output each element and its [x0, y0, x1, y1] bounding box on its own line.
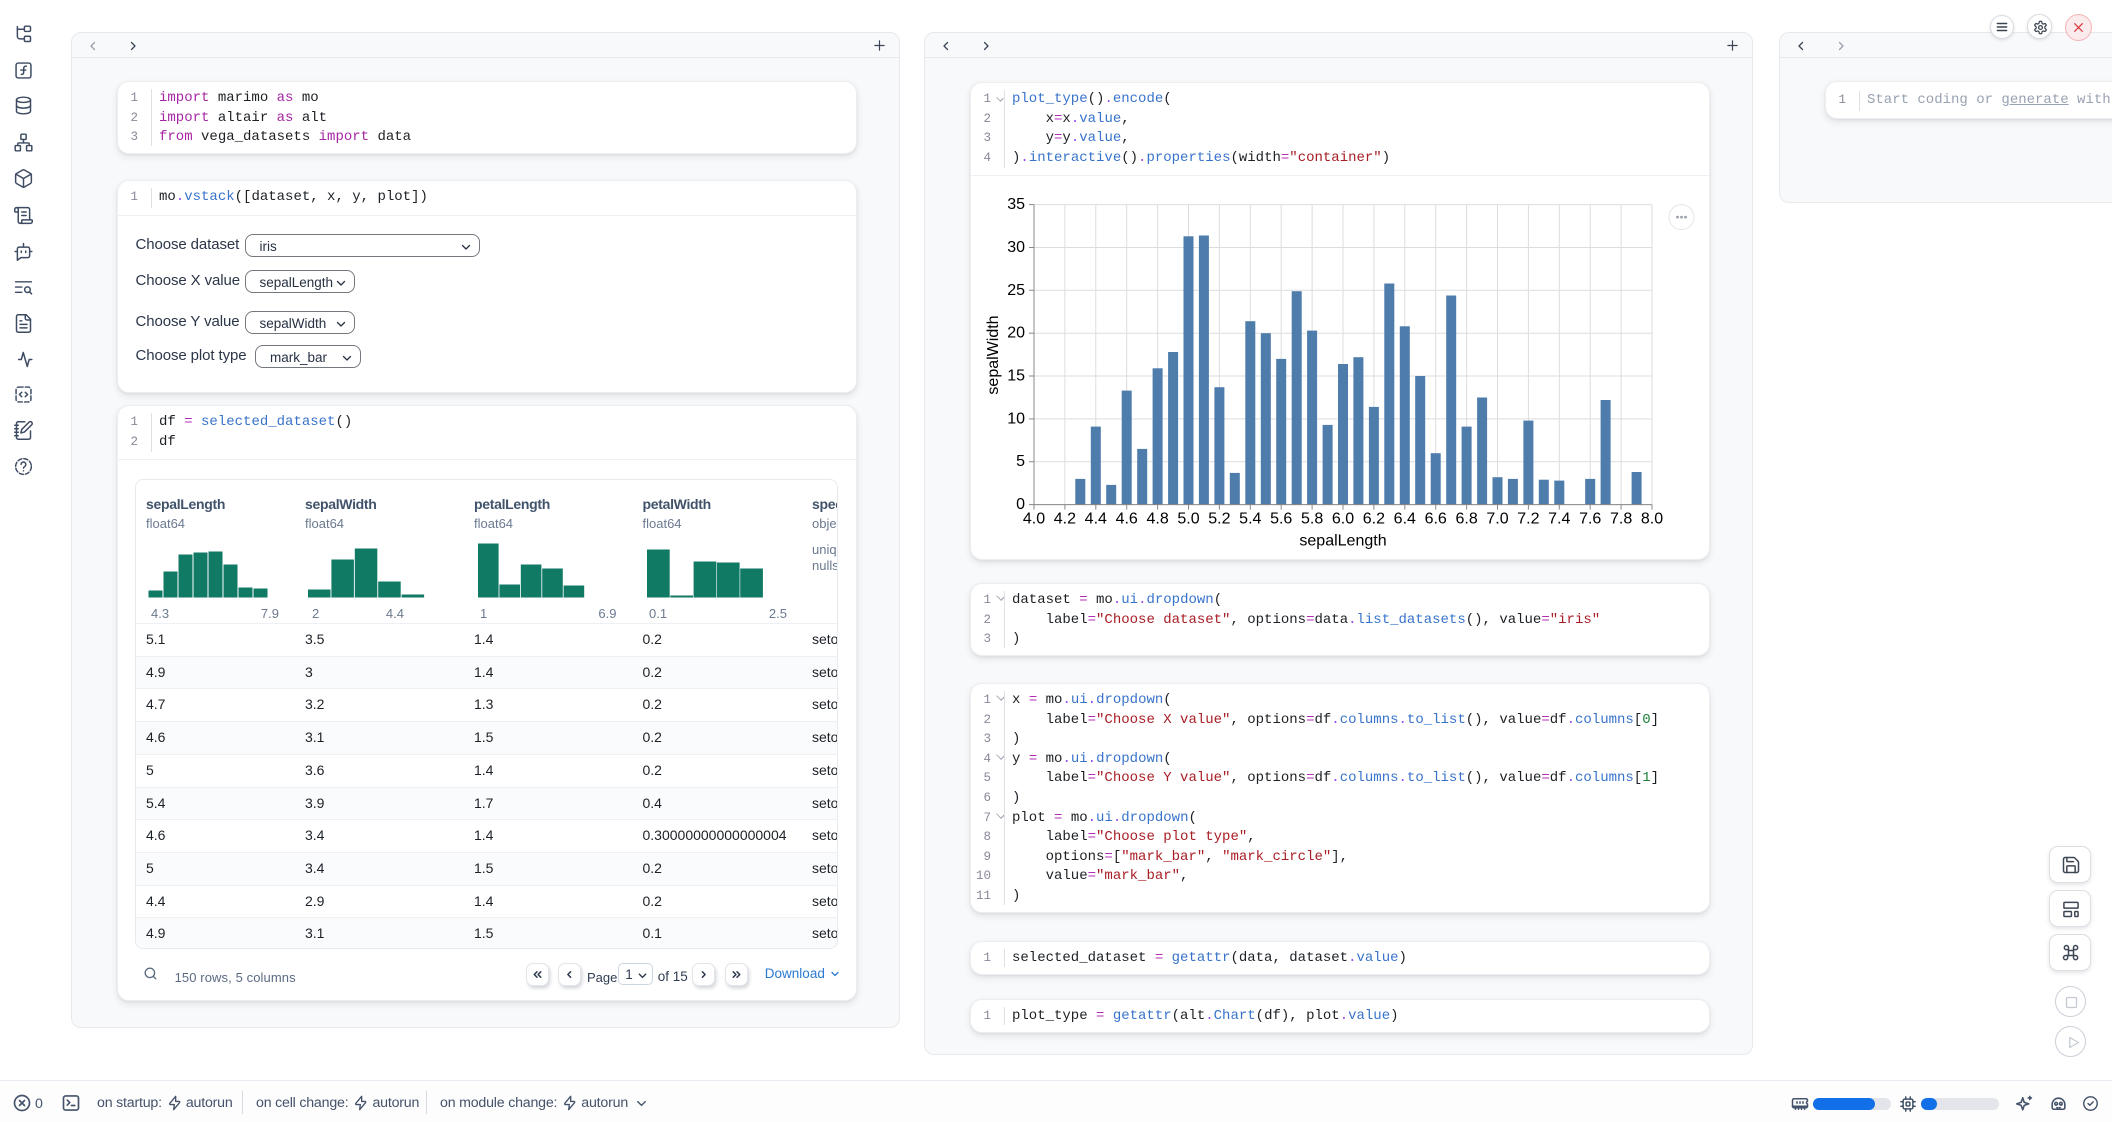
- svg-text:4.2: 4.2: [1054, 511, 1076, 528]
- svg-text:15: 15: [1007, 368, 1025, 385]
- svg-text:sepalLength: sepalLength: [1299, 533, 1386, 550]
- svg-text:5.0: 5.0: [1177, 511, 1199, 528]
- svg-text:4.8: 4.8: [1146, 511, 1168, 528]
- svg-text:7.6: 7.6: [1579, 511, 1601, 528]
- svg-text:5.2: 5.2: [1208, 511, 1230, 528]
- svg-text:5.8: 5.8: [1301, 511, 1323, 528]
- svg-text:10: 10: [1007, 411, 1025, 428]
- svg-text:sepalWidth: sepalWidth: [985, 316, 1002, 395]
- svg-text:8.0: 8.0: [1641, 511, 1663, 528]
- svg-text:6.8: 6.8: [1455, 511, 1477, 528]
- svg-text:5: 5: [1016, 454, 1025, 471]
- svg-text:6.6: 6.6: [1425, 511, 1447, 528]
- svg-text:4.0: 4.0: [1023, 511, 1045, 528]
- svg-text:25: 25: [1007, 282, 1025, 299]
- svg-text:5.6: 5.6: [1270, 511, 1292, 528]
- svg-text:7.8: 7.8: [1610, 511, 1632, 528]
- svg-text:6.0: 6.0: [1332, 511, 1354, 528]
- svg-text:35: 35: [1007, 196, 1025, 213]
- svg-text:7.2: 7.2: [1517, 511, 1539, 528]
- svg-text:0: 0: [1016, 496, 1025, 513]
- svg-text:4.6: 4.6: [1116, 511, 1138, 528]
- svg-text:30: 30: [1007, 239, 1025, 256]
- svg-text:7.0: 7.0: [1486, 511, 1508, 528]
- svg-text:6.4: 6.4: [1394, 511, 1416, 528]
- svg-text:4.4: 4.4: [1085, 511, 1107, 528]
- svg-text:6.2: 6.2: [1363, 511, 1385, 528]
- svg-text:7.4: 7.4: [1548, 511, 1570, 528]
- svg-text:5.4: 5.4: [1239, 511, 1261, 528]
- svg-text:20: 20: [1007, 325, 1025, 342]
